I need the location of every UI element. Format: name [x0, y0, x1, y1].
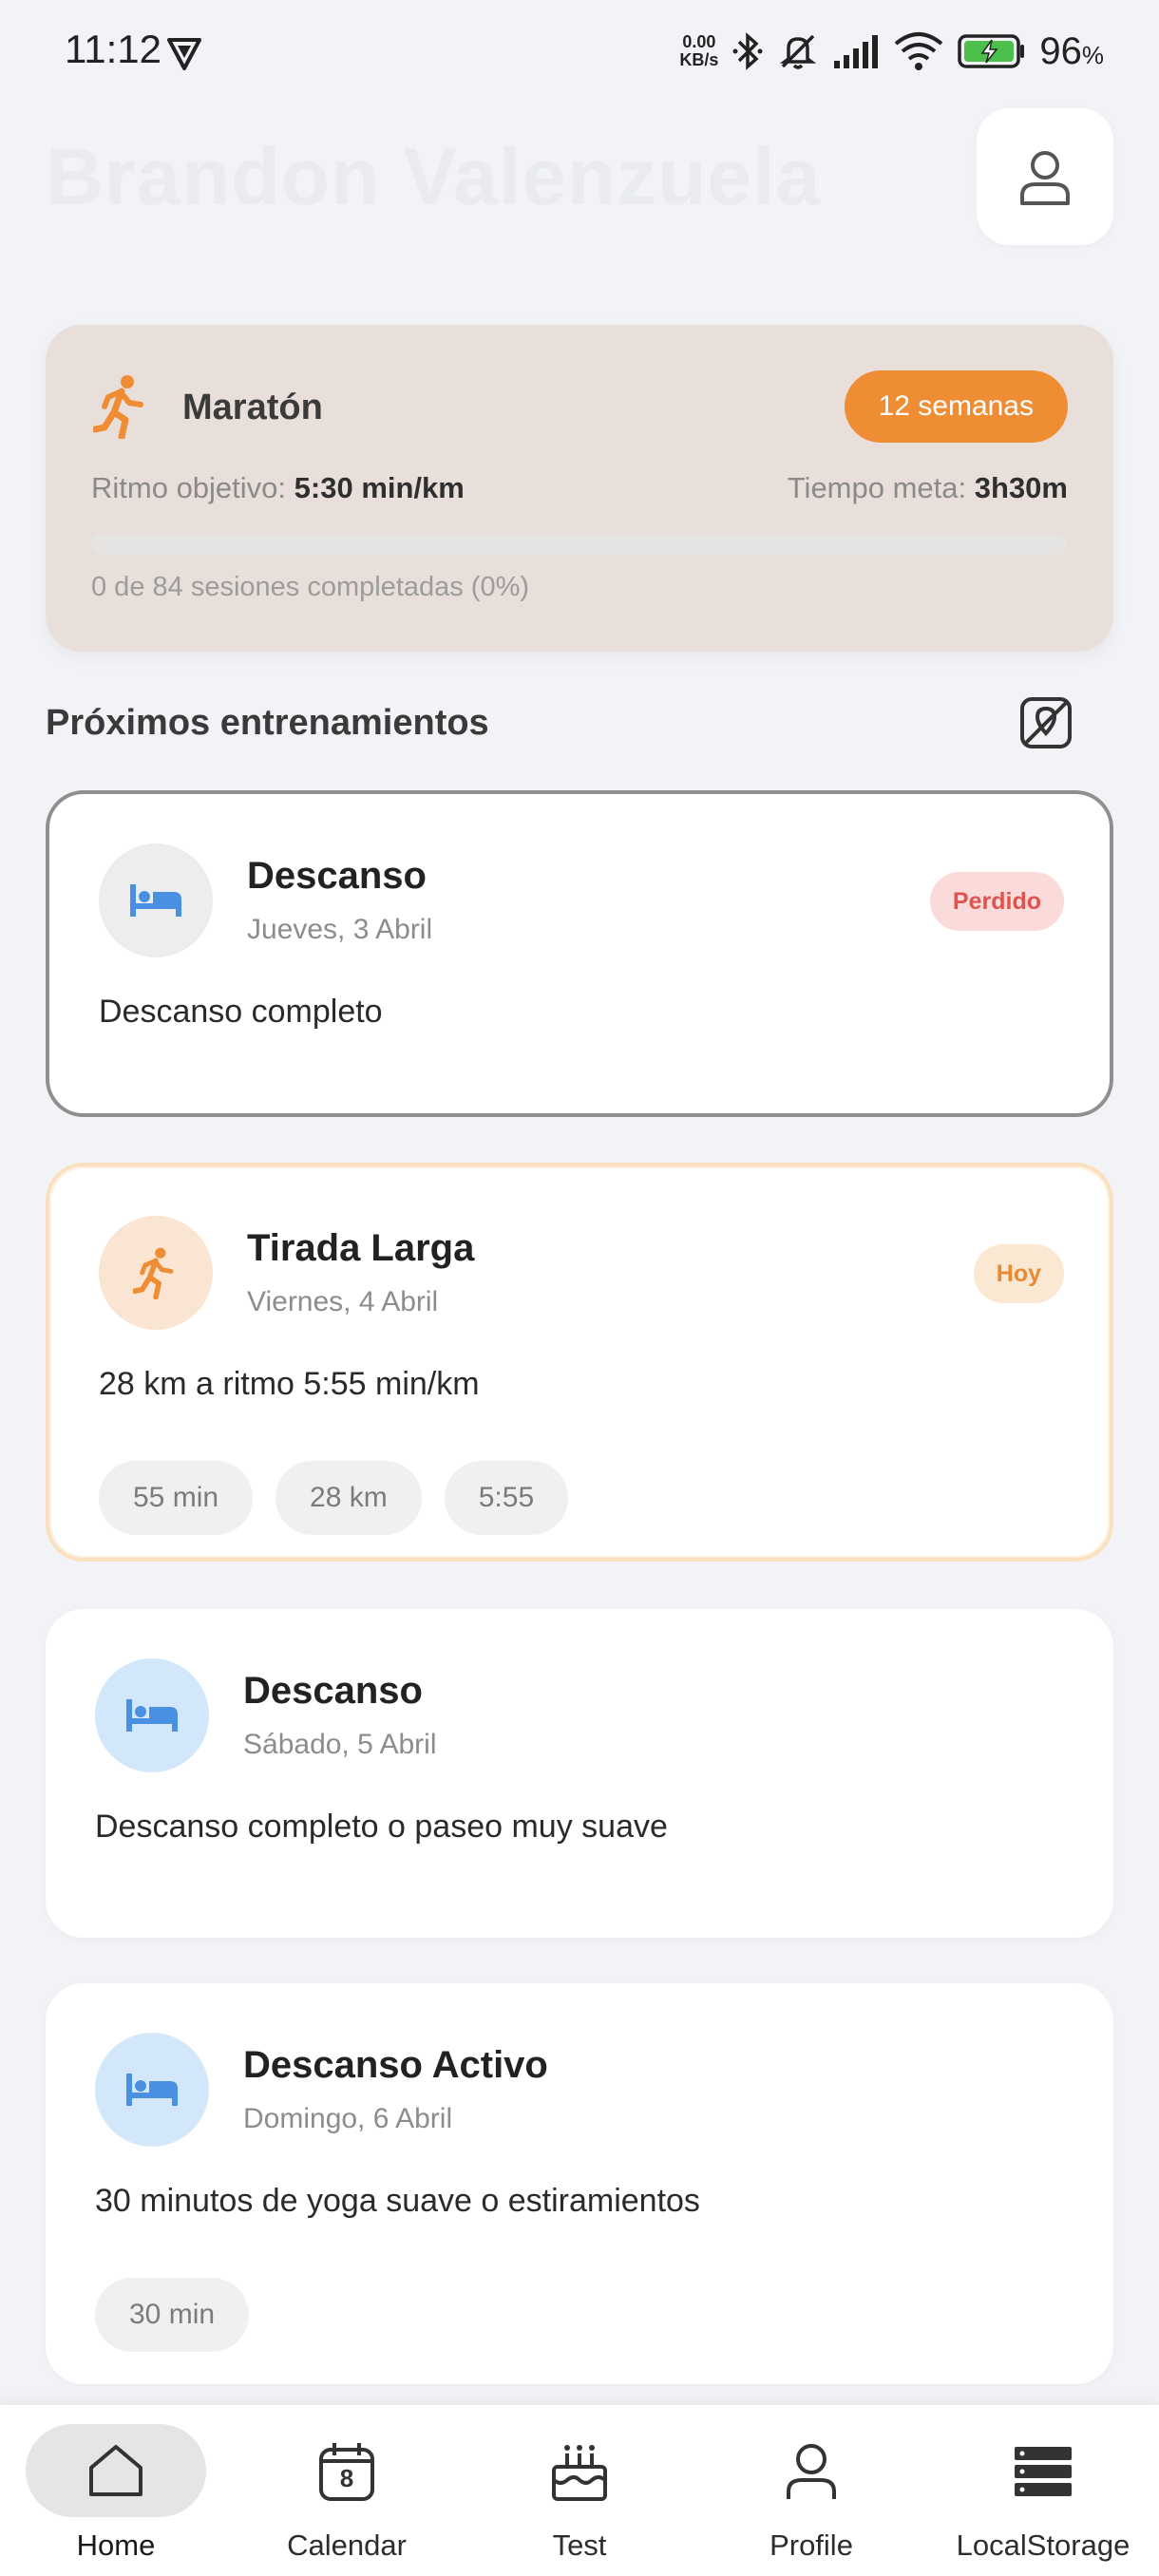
workout-description: Descanso completo o paseo muy suave: [95, 1809, 668, 1845]
duration-chip: 30 min: [95, 2278, 250, 2352]
workout-icon: [99, 843, 213, 957]
plan-progress-text: 0 de 84 sesiones completadas (0%): [91, 572, 530, 602]
workout-title: Tirada Larga: [247, 1227, 475, 1269]
cake-icon: [552, 2445, 607, 2501]
weeks-badge: 12 semanas: [844, 370, 1068, 443]
bottom-nav: Home 8 Calendar Test Profile LocalStorag…: [0, 2405, 1159, 2576]
status-bar: 11:12 0.00 KB/s 96%: [0, 0, 1159, 104]
workout-description: 30 minutos de yoga suave o estiramientos: [95, 2183, 700, 2219]
nav-icon-wrap: [996, 2434, 1091, 2510]
nav-localstorage[interactable]: LocalStorage: [948, 2424, 1138, 2567]
user-icon: [787, 2444, 836, 2499]
goal-time: Tiempo meta: 3h30m: [787, 471, 1068, 504]
workout-title: Descanso Activo: [243, 2044, 548, 2086]
nav-profile[interactable]: Profile: [716, 2424, 906, 2567]
battery-percentage: 96%: [1039, 29, 1104, 72]
running-icon: [133, 1247, 174, 1299]
workout-description: Descanso completo: [99, 994, 383, 1030]
workout-card[interactable]: Descanso Activo Domingo, 6 Abril 30 minu…: [46, 1983, 1113, 2384]
plan-card[interactable]: Maratón 12 semanas Ritmo objetivo: 5:30 …: [46, 325, 1113, 652]
workout-icon: [99, 1216, 213, 1330]
workout-chips: 55 min 28 km 5:55: [99, 1461, 569, 1535]
wifi-icon: [895, 32, 943, 70]
workout-title: Descanso: [243, 1670, 423, 1712]
workout-title: Descanso: [247, 855, 427, 897]
nav-calendar[interactable]: 8 Calendar: [252, 2424, 442, 2567]
calendar-day: 8: [339, 2464, 354, 2492]
nav-label: LocalStorage: [956, 2529, 1130, 2562]
battery-icon: [958, 34, 1025, 68]
workout-icon: [95, 2033, 209, 2147]
workout-card[interactable]: Tirada Larga Viernes, 4 Abril Hoy 28 km …: [46, 1163, 1113, 1562]
bed-icon: [126, 1699, 178, 1732]
status-badge: Perdido: [929, 872, 1064, 931]
nav-label: Home: [76, 2529, 156, 2562]
map-off-icon[interactable]: [1018, 695, 1074, 750]
vpn-icon: [167, 38, 201, 70]
plan-progress-bar: [91, 534, 1066, 555]
nav-test[interactable]: Test: [484, 2424, 674, 2567]
storage-icon: [1015, 2447, 1072, 2496]
pace-chip: 5:55: [444, 1461, 569, 1535]
section-title: Próximos entrenamientos: [46, 703, 489, 743]
status-badge: Hoy: [973, 1244, 1064, 1303]
nav-home[interactable]: Home: [21, 2424, 211, 2567]
workout-card[interactable]: Descanso Sábado, 5 Abril Descanso comple…: [46, 1609, 1113, 1938]
distance-chip: 28 km: [276, 1461, 422, 1535]
workout-date: Domingo, 6 Abril: [243, 2103, 453, 2134]
nav-icon-wrap: [26, 2424, 206, 2517]
running-icon: [93, 375, 143, 439]
workout-date: Viernes, 4 Abril: [247, 1286, 439, 1317]
signal-icon: [834, 35, 879, 68]
nav-label: Profile: [770, 2529, 853, 2562]
target-pace: Ritmo objetivo: 5:30 min/km: [91, 471, 465, 504]
nav-label: Test: [552, 2529, 607, 2562]
nav-icon-wrap: 8: [299, 2434, 394, 2510]
mute-bell-icon: [780, 34, 817, 69]
home-icon: [89, 2445, 142, 2496]
plan-title: Maratón: [182, 388, 323, 427]
workout-description: 28 km a ritmo 5:55 min/km: [99, 1366, 480, 1402]
profile-button[interactable]: [977, 108, 1113, 245]
bed-icon: [126, 2074, 178, 2106]
workout-chips: 30 min: [95, 2278, 250, 2352]
nav-label: Calendar: [287, 2529, 407, 2562]
status-icons: 0.00 KB/s 96%: [679, 23, 1104, 80]
status-time: 11:12: [65, 27, 162, 71]
workout-icon: [95, 1658, 209, 1772]
user-name: Brandon Valenzuela: [46, 132, 822, 221]
nav-icon-wrap: [764, 2434, 859, 2510]
workout-date: Jueves, 3 Abril: [247, 914, 433, 945]
bluetooth-icon: [732, 32, 763, 70]
workout-card[interactable]: Descanso Jueves, 3 Abril Perdido Descans…: [46, 790, 1113, 1117]
duration-chip: 55 min: [99, 1461, 254, 1535]
network-speed: 0.00 KB/s: [679, 32, 719, 69]
nav-icon-wrap: [532, 2434, 627, 2510]
user-icon: [1020, 151, 1070, 205]
bed-icon: [130, 884, 181, 917]
workout-date: Sábado, 5 Abril: [243, 1729, 437, 1760]
